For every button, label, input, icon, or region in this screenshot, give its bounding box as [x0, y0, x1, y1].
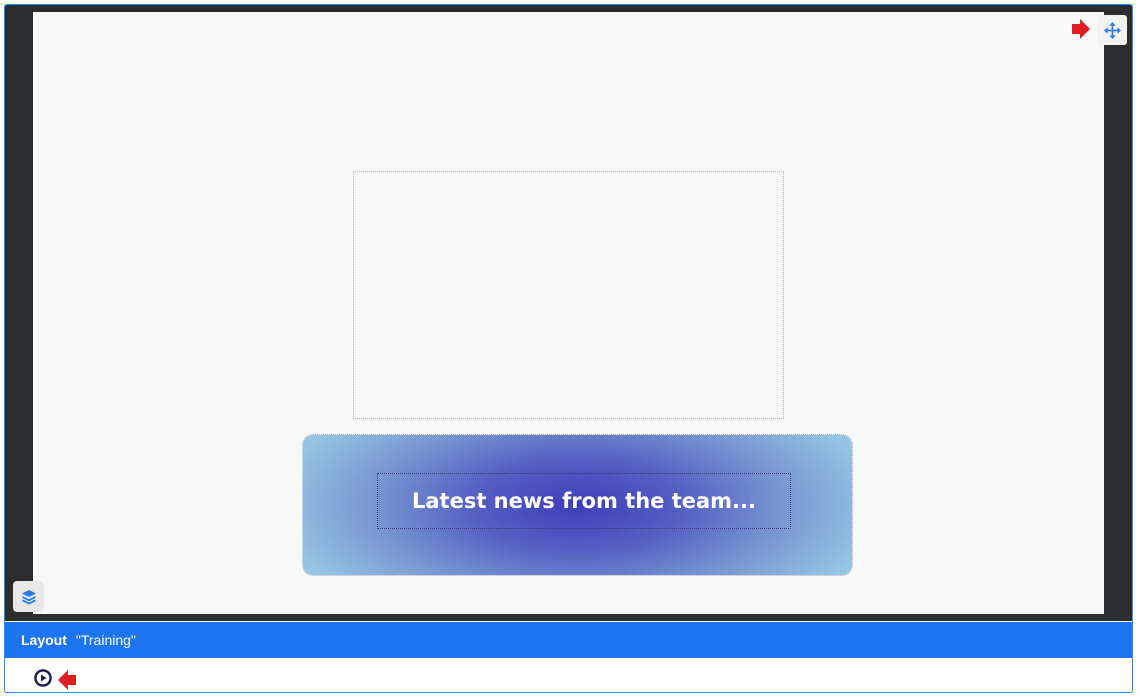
playback-toolbar [5, 658, 1132, 692]
play-button[interactable] [34, 669, 52, 687]
layers-button[interactable] [13, 581, 44, 612]
status-label: Layout [21, 632, 67, 648]
move-handle[interactable] [1097, 15, 1127, 45]
banner-region[interactable]: Latest news from the team... [302, 434, 853, 576]
play-circle-icon [41, 674, 47, 682]
layout-canvas[interactable]: Latest news from the team... [33, 12, 1104, 614]
red-arrow-right-icon [1072, 19, 1090, 39]
layout-status-bar: Layout "Training" [5, 622, 1132, 658]
empty-region[interactable] [353, 171, 784, 419]
layout-editor: Latest news from the team... Layout "Tra… [4, 4, 1133, 693]
banner-text: Latest news from the team... [411, 489, 756, 513]
layout-name: "Training" [75, 632, 136, 648]
move-arrows-icon [1103, 21, 1121, 39]
layers-icon [21, 589, 36, 605]
red-arrow-left-icon [58, 670, 76, 690]
banner-text-widget[interactable]: Latest news from the team... [377, 473, 791, 529]
layout-stage: Latest news from the team... [5, 5, 1132, 621]
